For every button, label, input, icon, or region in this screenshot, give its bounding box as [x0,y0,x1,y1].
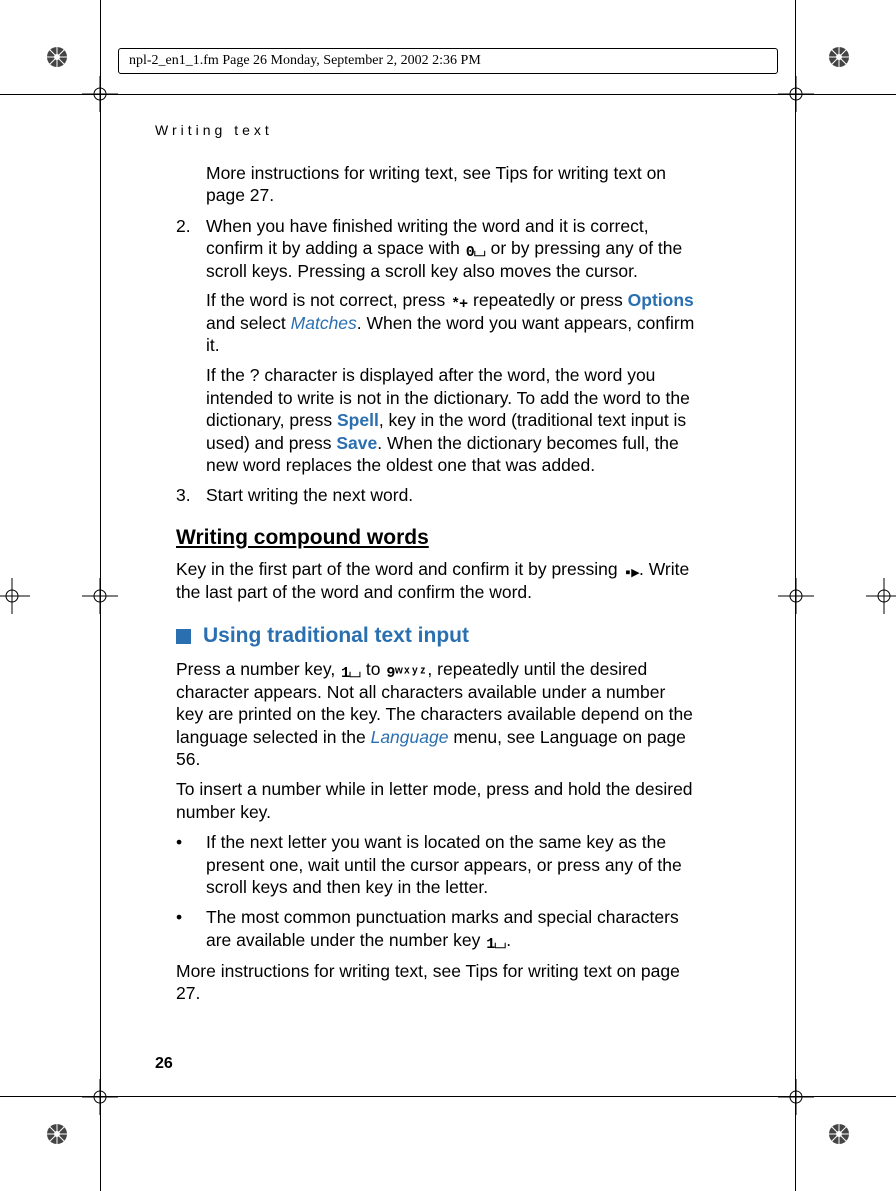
crop-cross-icon [778,578,814,614]
crop-cross-icon [778,1079,814,1115]
key-1-icon: 1⌴ [485,937,506,952]
ui-options: Options [628,290,694,310]
ui-language: Language [371,727,449,747]
trad-more: More instructions for writing text, see … [176,960,696,1005]
crop-cross-icon [82,578,118,614]
ui-save: Save [336,433,377,453]
compound-para: Key in the first part of the word and co… [176,558,696,603]
key-star-icon: *+ [450,297,468,312]
registration-mark-icon [42,1119,72,1149]
running-head: Writing text [155,122,273,138]
step-2-para-2: If the word is not correct, press *+ rep… [206,289,696,357]
text: Press a number key, [176,659,340,679]
heading-text: Using traditional text input [203,623,469,650]
key-right-icon: ▪▸ [622,566,639,581]
blue-square-icon [176,629,191,644]
text: and select [206,313,291,333]
registration-mark-icon [824,1119,854,1149]
bullet-2: • The most common punctuation marks and … [176,906,696,951]
text: . [506,930,511,950]
bullet-text: If the next letter you want is located o… [206,831,696,898]
page-info-bar: npl-2_en1_1.fm Page 26 Monday, September… [118,48,778,74]
trad-para-1: Press a number key, 1⌴ to 9ʷˣʸᶻ, repeate… [176,658,696,771]
heading-traditional-input: Using traditional text input [176,623,696,650]
key-1-icon: 1⌴ [340,666,361,681]
trad-para-2: To insert a number while in letter mode,… [176,778,696,823]
crop-cross-icon [82,76,118,112]
text: If the word is not correct, press [206,290,450,310]
crop-rail-bottom [0,1096,896,1097]
registration-mark-icon [42,42,72,72]
bullet-dot: • [176,906,206,951]
step-number: 2. [176,215,206,283]
crop-cross-icon [866,578,896,614]
ui-matches: Matches [291,313,357,333]
step-text: When you have finished writing the word … [206,215,696,283]
key-9-icon: 9ʷˣʸᶻ [385,666,427,681]
crop-cross-icon [0,578,30,614]
step-2-para-3: If the ? character is displayed after th… [206,364,696,476]
body-content: More instructions for writing text, see … [176,162,696,1013]
crop-cross-icon [82,1079,118,1115]
key-0-icon: 0⌴ [465,245,486,260]
step-2: 2. When you have finished writing the wo… [176,215,696,283]
step-3: 3. Start writing the next word. [176,484,696,506]
step-text: Start writing the next word. [206,484,696,506]
crop-rail-top [0,94,896,95]
page-number: 26 [155,1055,173,1073]
text: The most common punctuation marks and sp… [206,907,679,949]
bullet-text: The most common punctuation marks and sp… [206,906,696,951]
text: Key in the first part of the word and co… [176,559,622,579]
registration-mark-icon [824,42,854,72]
bullet-dot: • [176,831,206,898]
page: npl-2_en1_1.fm Page 26 Monday, September… [0,0,896,1191]
crop-cross-icon [778,76,814,112]
page-info-text: npl-2_en1_1.fm Page 26 Monday, September… [129,53,481,68]
heading-compound-words: Writing compound words [176,525,696,552]
step-number: 3. [176,484,206,506]
ui-spell: Spell [337,410,379,430]
intro-more: More instructions for writing text, see … [176,162,696,207]
text: to [361,659,385,679]
bullet-1: • If the next letter you want is located… [176,831,696,898]
text: repeatedly or press [468,290,628,310]
